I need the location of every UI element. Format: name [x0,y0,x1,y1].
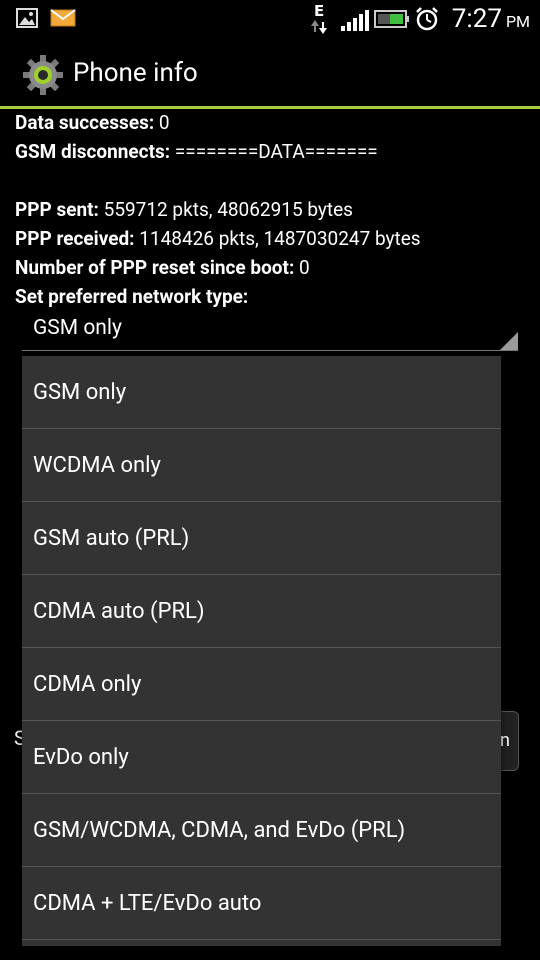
info-row-gsm-disconnects: GSM disconnects: ========DATA======= [15,137,530,166]
dropdown-option-gsm-auto-prl[interactable]: GSM auto (PRL) [22,502,501,575]
gear-icon [22,54,64,100]
status-bar: E 7:27 PM [0,0,540,40]
message-icon [50,9,76,31]
info-value: 559712 pkts, 48062915 bytes [103,198,353,221]
info-row-ppp-reset: Number of PPP reset since boot: 0 [15,253,530,282]
clock: 7:27 PM [452,4,530,34]
dropdown-option-wcdma-only[interactable]: WCDMA only [22,429,501,502]
info-label: Data successes: [15,111,155,134]
dropdown-option-cdma-auto-prl[interactable]: CDMA auto (PRL) [22,575,501,648]
network-type-spinner[interactable]: GSM only [22,310,518,351]
clock-ampm: PM [505,12,530,31]
dropdown-option-gsm-wcdma-cdma-evdo[interactable]: GSM/WCDMA, CDMA, and EvDo (PRL) [22,794,501,867]
network-type-dropdown: GSM only WCDMA only GSM auto (PRL) CDMA … [22,356,501,946]
info-value: 1148426 pkts, 1487030247 bytes [139,227,421,250]
info-list: Data successes: 0 GSM disconnects: =====… [15,108,530,311]
data-e-icon: E [308,2,332,42]
info-row-ppp-sent: PPP sent: 559712 pkts, 48062915 bytes [15,195,530,224]
spinner-selected-value: GSM only [33,316,122,340]
info-label: Number of PPP reset since boot: [15,256,295,279]
dropdown-option-evdo-only[interactable]: EvDo only [22,721,501,794]
gallery-icon [16,8,38,32]
clock-time: 7:27 [451,4,502,34]
svg-text:E: E [314,2,324,20]
dropdown-option-gsm-only[interactable]: GSM only [22,356,501,429]
info-value: 0 [299,256,310,279]
page-title: Phone info [73,58,198,88]
dropdown-option-cdma-lte-evdo-auto[interactable]: CDMA + LTE/EvDo auto [22,867,501,940]
info-label: Set preferred network type: [15,285,249,308]
info-row-ppp-received: PPP received: 1148426 pkts, 1487030247 b… [15,224,530,253]
info-value: 0 [158,111,170,134]
title-bar: Phone info [0,40,540,106]
info-row-preferred-network: Set preferred network type: [15,282,530,311]
info-label: PPP sent: [15,198,99,221]
info-row-data-successes: Data successes: 0 [15,108,530,137]
obscured-button[interactable]: n [498,711,519,771]
battery-icon [374,9,410,33]
dropdown-option-cdma-only[interactable]: CDMA only [22,648,501,721]
obscured-button-label: n [500,730,510,751]
signal-icon [340,8,370,36]
info-value: ========DATA======= [174,140,378,163]
info-label: GSM disconnects: [15,140,171,163]
alarm-icon [414,6,440,36]
spinner-arrow-icon [500,332,518,350]
info-label: PPP received: [15,227,135,250]
